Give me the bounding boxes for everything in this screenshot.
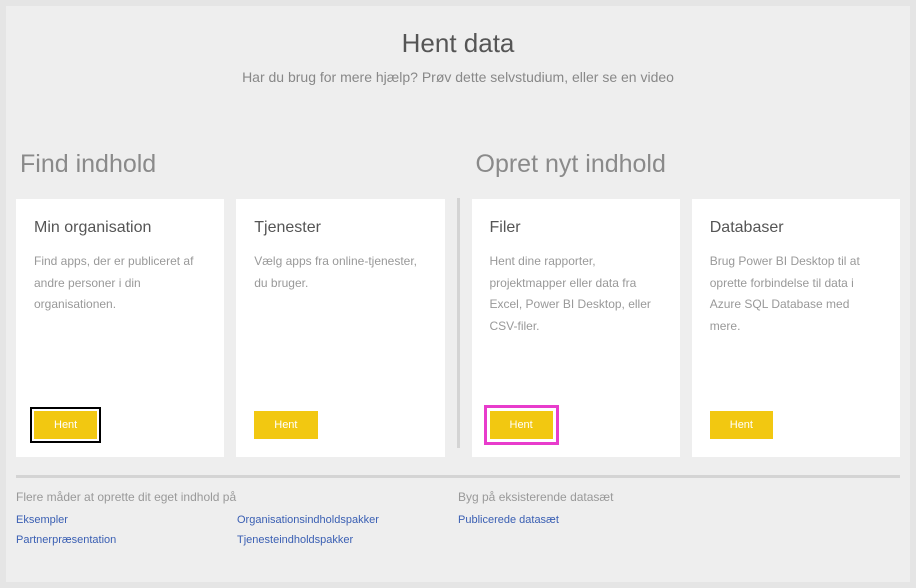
link-published-datasets[interactable]: Publicerede datasæt xyxy=(458,514,900,526)
link-partner-presentation[interactable]: Partnerpræsentation xyxy=(16,534,237,546)
card-description: Hent dine rapporter, projektmapper eller… xyxy=(490,251,662,411)
card-databases: Databaser Brug Power BI Desktop til at o… xyxy=(692,199,900,457)
create-content-heading: Opret nyt indhold xyxy=(472,150,901,179)
link-examples[interactable]: Eksempler xyxy=(16,514,237,526)
card-title: Min organisation xyxy=(34,219,206,237)
link-org-content-packs[interactable]: Organisationsindholdspakker xyxy=(237,514,458,526)
find-content-section: Find indhold Min organisation Find apps,… xyxy=(16,150,457,457)
card-services: Tjenester Vælg apps fra online-tjenester… xyxy=(236,199,444,457)
card-my-organisation: Min organisation Find apps, der er publi… xyxy=(16,199,224,457)
card-description: Vælg apps fra online-tjenester, du bruge… xyxy=(254,251,426,411)
link-service-content-packs[interactable]: Tjenesteindholdspakker xyxy=(237,534,458,546)
get-button-services[interactable]: Hent xyxy=(254,411,317,439)
get-button-my-organisation[interactable]: Hent xyxy=(34,411,97,439)
page-header: Hent data Har du brug for mere hjælp? Pr… xyxy=(6,6,910,95)
page-subtitle: Har du brug for mere hjælp? Prøv dette s… xyxy=(6,69,910,85)
page-title: Hent data xyxy=(6,28,910,59)
footer-right-title: Byg på eksisterende datasæt xyxy=(458,490,900,504)
card-title: Databaser xyxy=(710,219,882,237)
get-button-databases[interactable]: Hent xyxy=(710,411,773,439)
card-description: Brug Power BI Desktop til at oprette for… xyxy=(710,251,882,411)
footer-spacer xyxy=(237,490,458,504)
footer-right-column: Byg på eksisterende datasæt Publicerede … xyxy=(458,490,900,554)
footer-left-column: Flere måder at oprette dit eget indhold … xyxy=(16,490,458,554)
card-files: Filer Hent dine rapporter, projektmapper… xyxy=(472,199,680,457)
create-content-section: Opret nyt indhold Filer Hent dine rappor… xyxy=(460,150,901,457)
card-title: Filer xyxy=(490,219,662,237)
footer: Flere måder at oprette dit eget indhold … xyxy=(6,490,910,554)
card-title: Tjenester xyxy=(254,219,426,237)
horizontal-divider xyxy=(16,475,900,478)
card-description: Find apps, der er publiceret af andre pe… xyxy=(34,251,206,411)
get-button-files[interactable]: Hent xyxy=(490,411,553,439)
find-content-heading: Find indhold xyxy=(16,150,445,179)
footer-left-title: Flere måder at oprette dit eget indhold … xyxy=(16,490,237,504)
